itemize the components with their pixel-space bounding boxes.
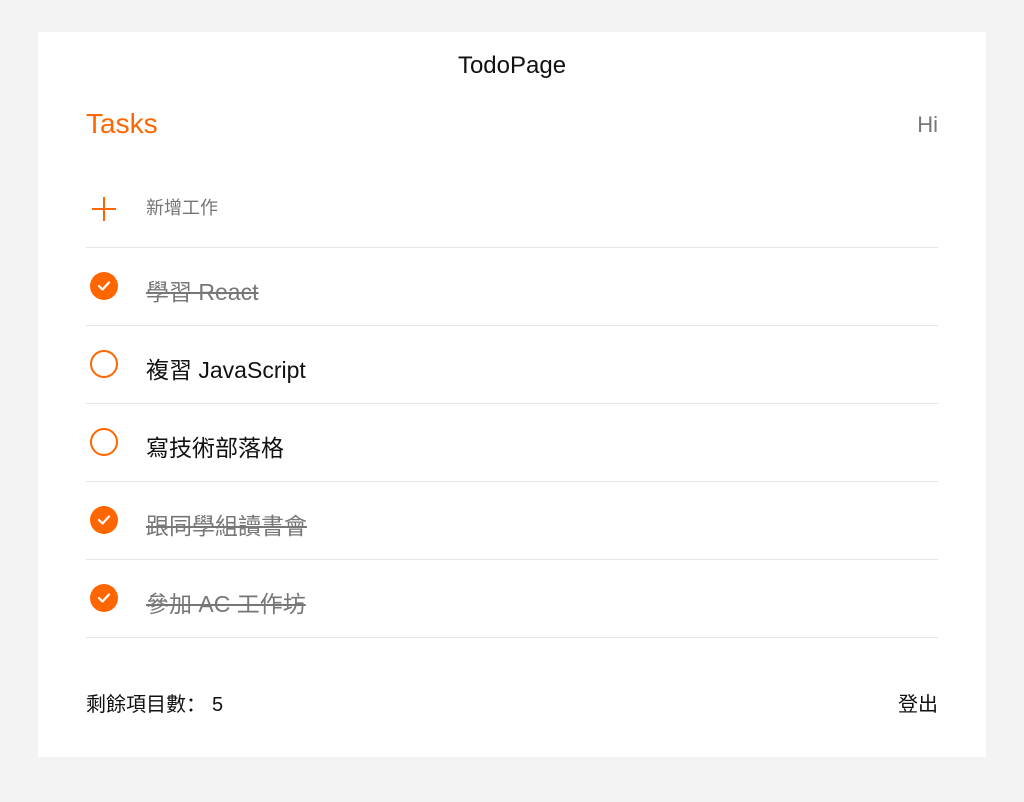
task-row[interactable]: 學習 React	[86, 248, 938, 326]
task-row[interactable]: 跟同學組讀書會	[86, 482, 938, 560]
remaining-value: 5	[212, 694, 224, 716]
task-label: 學習 React	[146, 279, 259, 305]
task-label: 跟同學組讀書會	[146, 513, 307, 539]
task-label: 複習 JavaScript	[146, 357, 306, 383]
add-task-row[interactable]	[86, 170, 938, 248]
user-greeting: Hi	[917, 112, 938, 137]
task-row[interactable]: 複習 JavaScript	[86, 326, 938, 404]
remaining-count: 剩餘項目數： 5	[86, 688, 223, 717]
task-label: 寫技術部落格	[146, 435, 284, 461]
tasks-heading: Tasks	[86, 108, 158, 139]
remaining-label: 剩餘項目數：	[86, 694, 206, 716]
plus-icon[interactable]	[92, 197, 116, 221]
task-label: 參加 AC 工作坊	[146, 591, 306, 617]
tasks-header: Tasks Hi	[86, 108, 938, 144]
logout-button[interactable]: 登出	[898, 688, 938, 717]
add-task-input[interactable]	[146, 198, 846, 219]
page-title: TodoPage	[457, 52, 567, 79]
task-row[interactable]: 參加 AC 工作坊	[86, 560, 938, 638]
task-list: 學習 React 複習 JavaScript 寫技術部落格 跟同學組讀書會 參加…	[86, 170, 938, 638]
check-circle-filled-icon[interactable]	[90, 272, 118, 300]
check-circle-filled-icon[interactable]	[90, 584, 118, 612]
task-footer: 剩餘項目數： 5 登出	[86, 688, 938, 718]
circle-outline-icon[interactable]	[90, 428, 118, 456]
todo-card: TodoPage Tasks Hi 學習 React 複習 JavaScript…	[38, 32, 986, 757]
task-row[interactable]: 寫技術部落格	[86, 404, 938, 482]
circle-outline-icon[interactable]	[90, 350, 118, 378]
check-circle-filled-icon[interactable]	[90, 506, 118, 534]
